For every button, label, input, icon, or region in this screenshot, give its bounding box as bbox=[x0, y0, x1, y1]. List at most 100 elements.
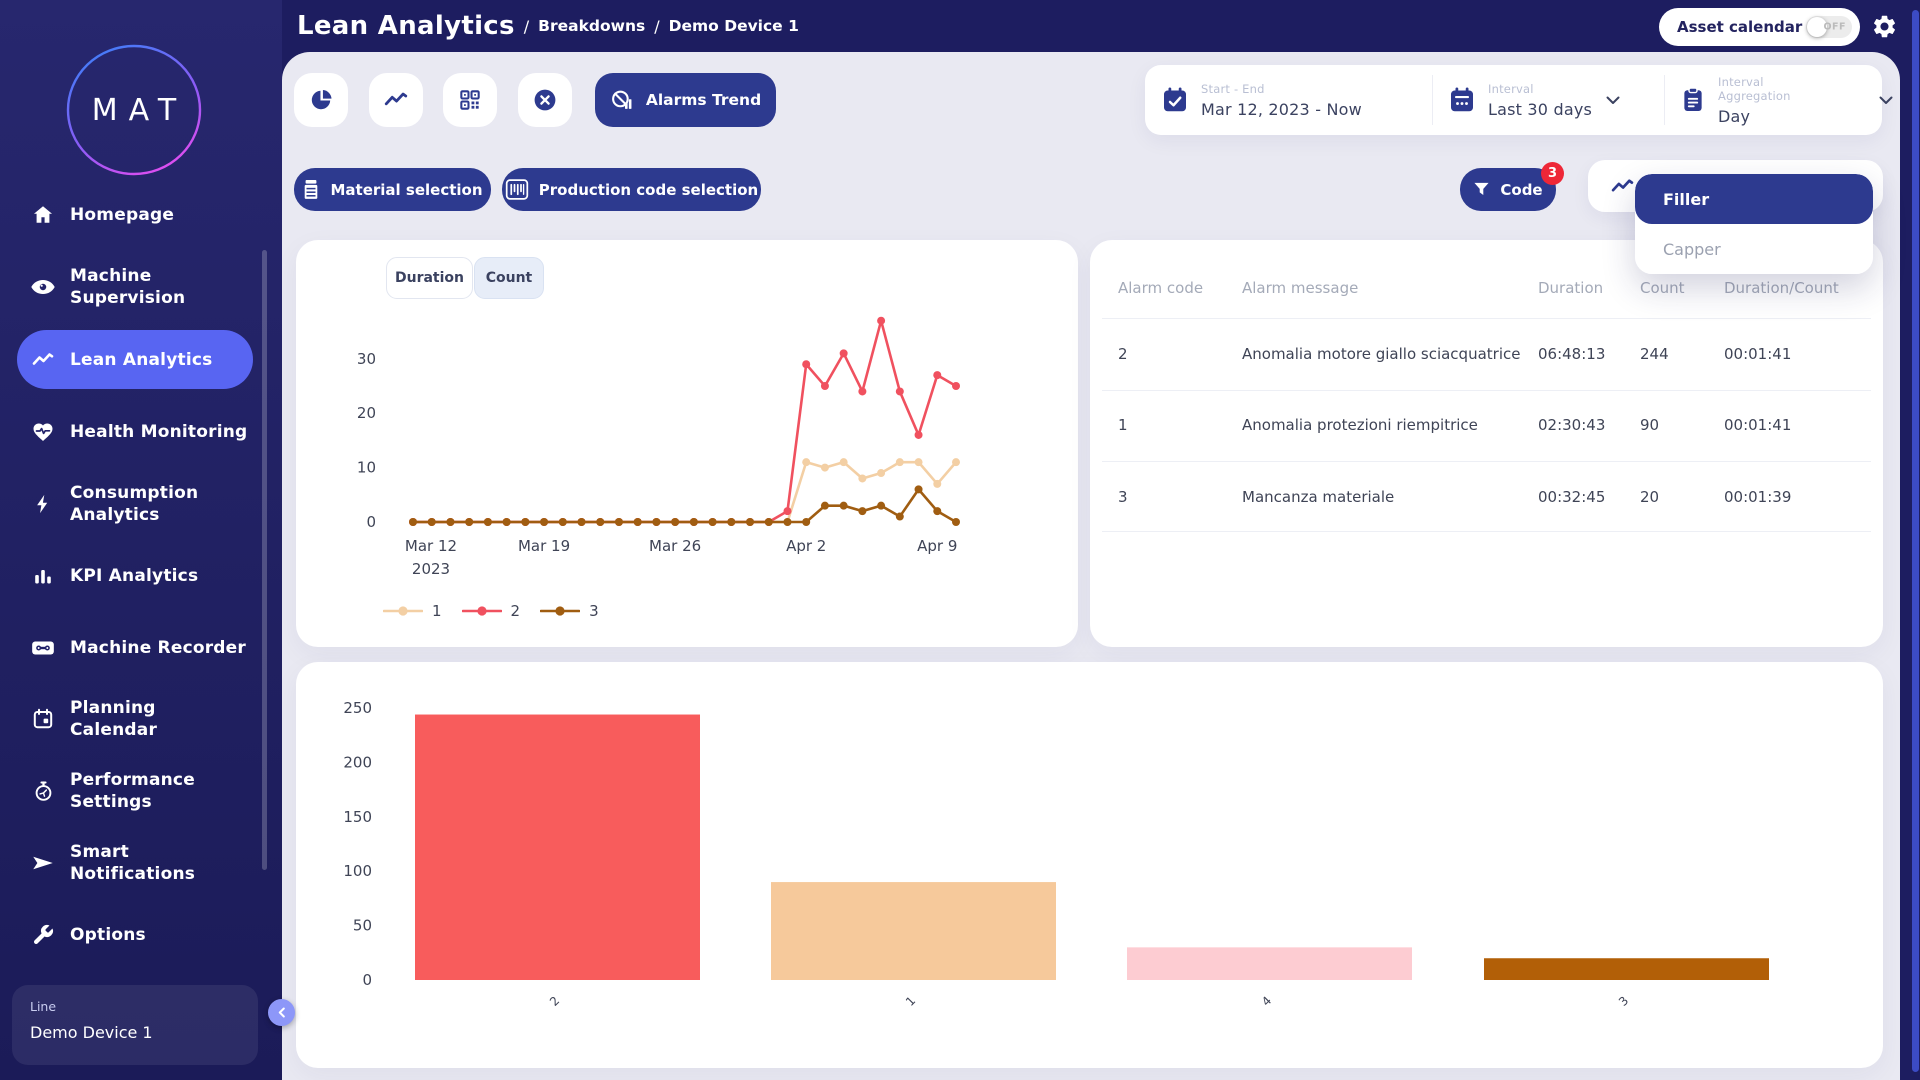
pie-chart-view-button[interactable] bbox=[294, 73, 348, 127]
alarms-trend-button[interactable]: Alarms Trend bbox=[595, 73, 776, 127]
svg-text:150: 150 bbox=[343, 808, 372, 826]
sidebar-item-label: Homepage bbox=[70, 204, 174, 226]
svg-text:200: 200 bbox=[343, 753, 372, 771]
bar-chart-icon bbox=[30, 563, 56, 589]
divider bbox=[1102, 318, 1871, 319]
chevron-down-icon bbox=[1606, 96, 1620, 105]
calendar-icon bbox=[30, 706, 56, 732]
breadcrumb-separator: / bbox=[654, 17, 659, 36]
count-cell: 20 bbox=[1640, 488, 1659, 506]
duration-cell: 00:32:45 bbox=[1538, 488, 1605, 506]
date-controls-card: Start - End Mar 12, 2023 - Now Interval … bbox=[1145, 65, 1882, 135]
duration-cell: 02:30:43 bbox=[1538, 416, 1605, 434]
sidebar-item-label: Planning Calendar bbox=[70, 697, 157, 741]
svg-text:Apr 9: Apr 9 bbox=[917, 537, 957, 555]
divider bbox=[1102, 390, 1871, 391]
asset-calendar-toggle-pill[interactable]: Asset calendar OFF bbox=[1659, 8, 1860, 46]
sidebar-item-label: Machine Recorder bbox=[70, 637, 246, 659]
close-view-button[interactable] bbox=[518, 73, 572, 127]
date-range-picker[interactable]: Start - End Mar 12, 2023 - Now bbox=[1145, 65, 1432, 135]
device-name: Demo Device 1 bbox=[30, 1023, 258, 1042]
sidebar-item-label: Health Monitoring bbox=[70, 421, 247, 443]
device-card[interactable]: Line Demo Device 1 bbox=[12, 985, 258, 1065]
clipboard-icon bbox=[1679, 85, 1707, 115]
count-cell: 244 bbox=[1640, 345, 1669, 363]
sidebar-item-consumption-analytics[interactable]: Consumption Analytics bbox=[0, 482, 282, 526]
switch-state-label: OFF bbox=[1823, 22, 1846, 33]
svg-text:0: 0 bbox=[366, 513, 376, 531]
chevron-left-icon bbox=[277, 1007, 287, 1018]
date-range-label: Start - End bbox=[1201, 82, 1362, 96]
sidebar-collapse-button[interactable] bbox=[268, 999, 295, 1026]
material-selection-button[interactable]: Material selection bbox=[294, 168, 491, 211]
sidebar-item-performance-settings[interactable]: Performance Settings bbox=[0, 769, 282, 813]
alarms-trend-icon bbox=[610, 88, 635, 113]
sidebar-item-homepage[interactable]: Homepage bbox=[0, 197, 282, 233]
asset-calendar-label: Asset calendar bbox=[1677, 18, 1802, 36]
divider bbox=[1102, 531, 1871, 532]
main-panel: Alarms Trend Start - End Mar 12, 2023 - … bbox=[282, 52, 1900, 1080]
chart-legend: 1 2 3 bbox=[383, 602, 599, 620]
calendar-check-icon bbox=[1160, 85, 1190, 115]
asset-calendar-switch[interactable]: OFF bbox=[1806, 16, 1852, 38]
column-header: Duration/Count bbox=[1724, 279, 1839, 297]
production-code-selection-button[interactable]: Production code selection bbox=[502, 168, 761, 211]
dropdown-option-capper[interactable]: Capper bbox=[1635, 224, 1873, 274]
trend-view-button[interactable] bbox=[369, 73, 423, 127]
sidebar-item-machine-supervision[interactable]: Machine Supervision bbox=[0, 265, 282, 309]
alarms-trend-line-chart: 0102030Mar 122023Mar 19Mar 26Apr 2Apr 9 bbox=[296, 240, 1078, 647]
sidebar-item-machine-recorder[interactable]: Machine Recorder bbox=[0, 630, 282, 666]
svg-text:Mar 12: Mar 12 bbox=[405, 537, 457, 555]
interval-label: Interval bbox=[1488, 82, 1592, 96]
breadcrumb-item[interactable]: Breakdowns bbox=[538, 17, 645, 35]
alarms-trend-label: Alarms Trend bbox=[646, 91, 761, 109]
sidebar-item-label: Smart Notifications bbox=[70, 841, 195, 885]
aggregation-value: Day bbox=[1718, 107, 1791, 126]
interval-select[interactable]: Interval Last 30 days bbox=[1432, 65, 1664, 135]
sidebar-item-health-monitoring[interactable]: Health Monitoring bbox=[0, 414, 282, 450]
page-scrollbar[interactable] bbox=[1912, 10, 1919, 1072]
interval-value: Last 30 days bbox=[1488, 100, 1592, 119]
settings-gear-icon[interactable] bbox=[1871, 13, 1898, 44]
duration-count-cell: 00:01:39 bbox=[1724, 488, 1791, 506]
svg-text:50: 50 bbox=[353, 917, 372, 935]
sidebar-item-label: Performance Settings bbox=[70, 769, 195, 813]
sidebar-item-label: Machine Supervision bbox=[70, 265, 185, 309]
sidebar-item-planning-calendar[interactable]: Planning Calendar bbox=[0, 697, 282, 741]
sidebar-item-kpi-analytics[interactable]: KPI Analytics bbox=[0, 558, 282, 594]
alarm-code-cell: 2 bbox=[1118, 345, 1128, 363]
alarm-message-cell: Anomalia protezioni riempitrice bbox=[1242, 416, 1478, 434]
divider bbox=[1102, 461, 1871, 462]
sidebar-item-smart-notifications[interactable]: Smart Notifications bbox=[0, 841, 282, 885]
sidebar-item-label: Lean Analytics bbox=[70, 349, 212, 371]
barcode-icon bbox=[505, 179, 529, 200]
trend-icon bbox=[383, 87, 409, 113]
date-range-value: Mar 12, 2023 - Now bbox=[1201, 100, 1362, 119]
sidebar-scrollbar[interactable] bbox=[262, 250, 267, 870]
sidebar-item-label: Consumption Analytics bbox=[70, 482, 198, 526]
sidebar-item-lean-analytics[interactable]: Lean Analytics bbox=[17, 330, 253, 389]
home-icon bbox=[30, 202, 56, 228]
svg-text:10: 10 bbox=[357, 459, 376, 477]
close-circle-icon bbox=[532, 87, 558, 113]
interval-aggregation-select[interactable]: Interval Aggregation Day bbox=[1664, 65, 1882, 135]
qr-grid-view-button[interactable] bbox=[443, 73, 497, 127]
alarm-table-card: Alarm code Alarm message Duration Count … bbox=[1090, 240, 1883, 647]
pie-chart-icon bbox=[308, 87, 334, 113]
legend-item[interactable]: 3 bbox=[540, 602, 599, 620]
svg-text:250: 250 bbox=[343, 699, 372, 717]
svg-text:0: 0 bbox=[362, 971, 372, 989]
svg-text:Mar 19: Mar 19 bbox=[518, 537, 570, 555]
sidebar-item-options[interactable]: Options bbox=[0, 917, 282, 953]
alarm-code-cell: 1 bbox=[1118, 416, 1128, 434]
eye-icon bbox=[30, 274, 56, 300]
sidebar: MAT Homepage Machine Supervision Lean An… bbox=[0, 0, 282, 1080]
breadcrumb-item[interactable]: Demo Device 1 bbox=[669, 17, 799, 35]
chevron-down-icon bbox=[1879, 96, 1893, 105]
aggregation-label: Interval Aggregation bbox=[1718, 75, 1791, 103]
dropdown-option-filler[interactable]: Filler bbox=[1635, 174, 1873, 224]
legend-item[interactable]: 1 bbox=[383, 602, 442, 620]
legend-item[interactable]: 2 bbox=[462, 602, 521, 620]
column-header: Count bbox=[1640, 279, 1685, 297]
svg-text:2023: 2023 bbox=[412, 560, 450, 578]
